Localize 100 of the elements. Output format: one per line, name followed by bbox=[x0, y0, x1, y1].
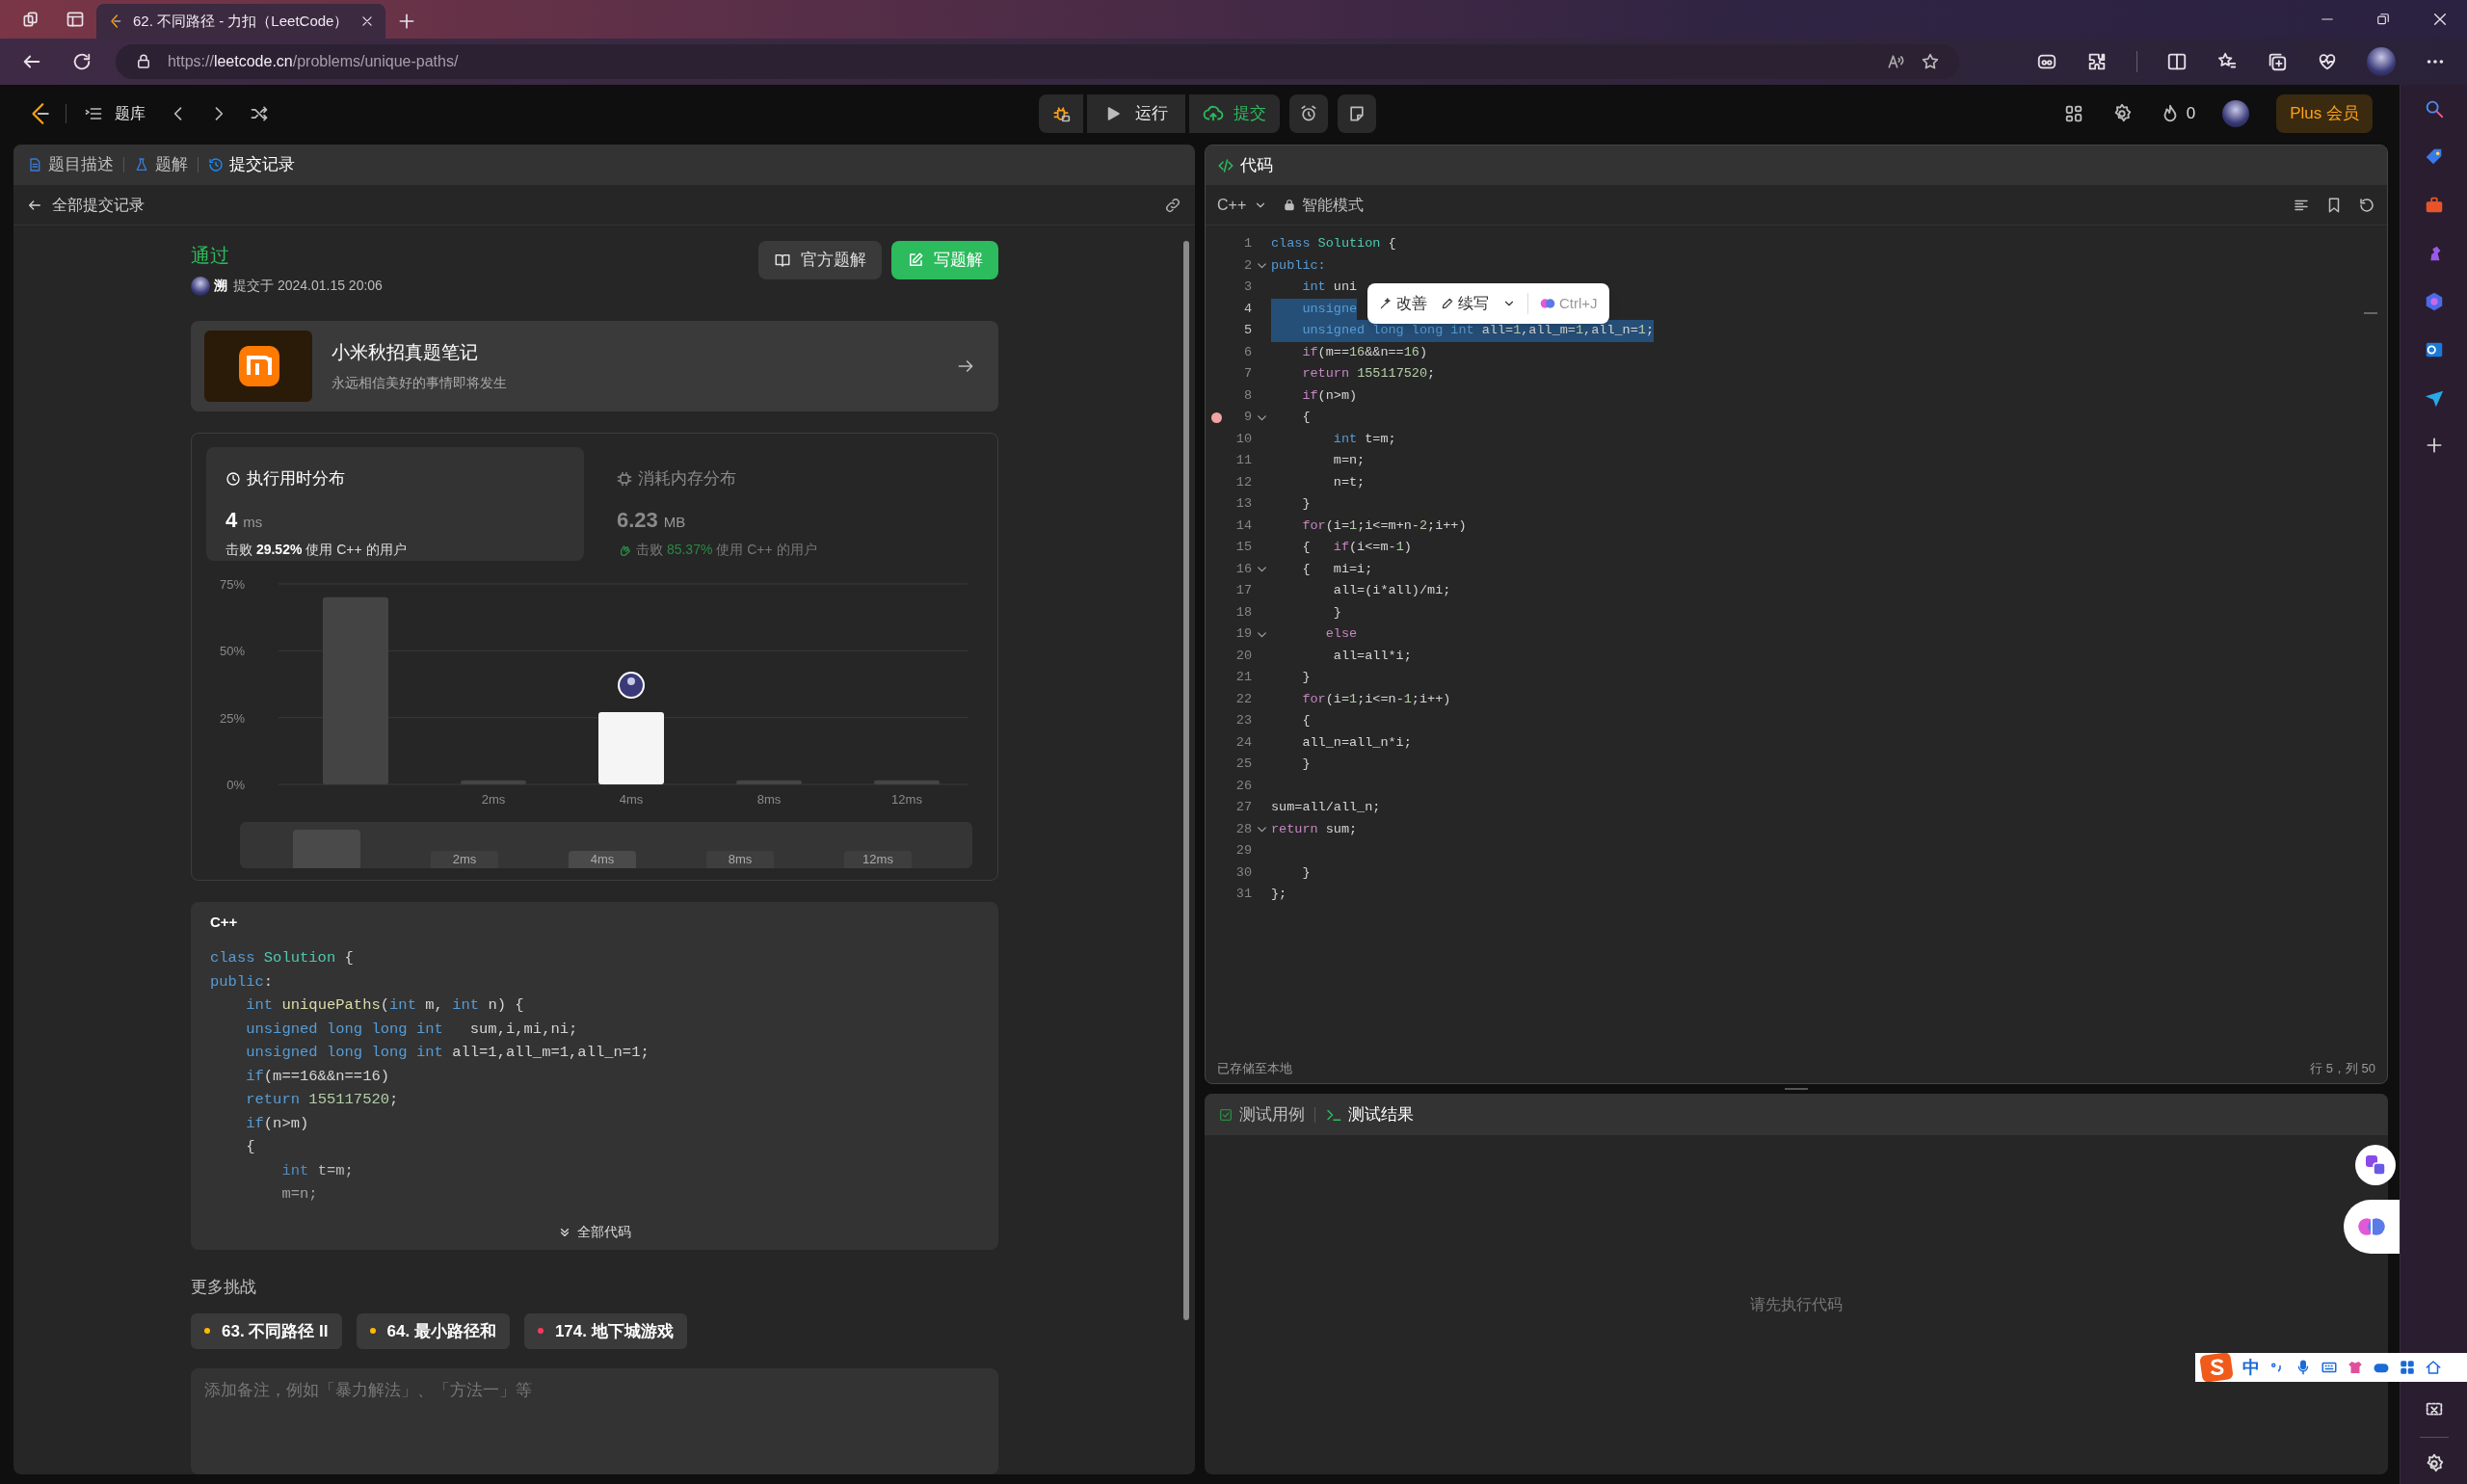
ai-assistant-button[interactable] bbox=[2344, 1200, 2400, 1254]
panel-tab[interactable]: 测试用例 bbox=[1218, 1101, 1305, 1127]
health-icon[interactable] bbox=[2317, 51, 2338, 72]
shuffle-icon[interactable] bbox=[250, 104, 269, 123]
line-number: 6 bbox=[1242, 343, 1252, 361]
language-select[interactable]: C++ bbox=[1217, 193, 1268, 217]
promo-title: 小米秋招真题笔记 bbox=[332, 341, 479, 365]
user-avatar[interactable] bbox=[2222, 100, 2250, 127]
code-line: unsigned long long int all=1,all_m=1,all_n=1; bbox=[245, 1043, 650, 1064]
alarm-button[interactable] bbox=[1289, 94, 1328, 133]
note-button[interactable] bbox=[1338, 94, 1376, 133]
submit-time: 提交于 2024.01.15 20:06 bbox=[233, 277, 383, 295]
profile-avatar[interactable] bbox=[2367, 47, 2396, 76]
debug-button[interactable] bbox=[1039, 94, 1083, 133]
range-overview[interactable]: 2ms 4ms 8ms 12ms bbox=[240, 821, 972, 868]
read-aloud-icon[interactable] bbox=[1886, 52, 1905, 71]
house-icon[interactable] bbox=[2425, 1359, 2442, 1376]
tab-actions-icon[interactable] bbox=[66, 10, 85, 29]
line-number: 19 bbox=[1234, 625, 1252, 644]
back-link[interactable]: 全部提交记录 bbox=[27, 193, 145, 217]
related-problem-chip[interactable]: 63. 不同路径 II bbox=[191, 1312, 342, 1349]
line-number: 11 bbox=[1234, 452, 1252, 470]
translate-icon bbox=[2364, 1153, 2387, 1177]
puzzle-icon[interactable] bbox=[2086, 51, 2108, 72]
code-line: else bbox=[1324, 625, 1358, 643]
code-line: n=t; bbox=[1332, 473, 1366, 491]
section-title: 更多挑战 bbox=[191, 1277, 257, 1299]
favorite-star-icon[interactable] bbox=[1921, 52, 1940, 71]
new-tab-icon[interactable] bbox=[397, 12, 416, 31]
stat-tab[interactable]: 消耗内存分布 6.23 MB 击败 85.37% 使用 C++ 的用户 bbox=[597, 446, 975, 561]
code-line: } bbox=[1301, 669, 1311, 686]
workspaces-icon[interactable] bbox=[21, 10, 40, 29]
stat-title: 消耗内存分布 bbox=[638, 467, 736, 490]
panel-tab[interactable]: 测试结果 bbox=[1325, 1101, 1414, 1127]
sparkle-wand-icon bbox=[1379, 297, 1393, 310]
collections-icon[interactable] bbox=[2267, 51, 2288, 72]
run-button[interactable]: 运行 bbox=[1087, 94, 1185, 133]
continue-button[interactable]: 续写 bbox=[1435, 292, 1495, 315]
skin-icon[interactable] bbox=[2347, 1359, 2364, 1376]
problem-list-button[interactable]: 题库 bbox=[84, 102, 146, 125]
streak-count: 0 bbox=[2186, 103, 2196, 125]
apps-icon[interactable] bbox=[2399, 1359, 2416, 1376]
code-line: all=(i*all)/mi; bbox=[1332, 582, 1451, 599]
user-name[interactable]: 溯 bbox=[214, 276, 227, 296]
restore-icon[interactable] bbox=[2376, 13, 2390, 26]
code-line: m=n; bbox=[280, 1184, 318, 1206]
line-number: 17 bbox=[1234, 582, 1252, 600]
line-number: 29 bbox=[1234, 842, 1252, 861]
related-problem-chip[interactable]: 64. 最小路径和 bbox=[356, 1312, 510, 1349]
note-field[interactable]: 添加备注，例如「暴力解法」、「方法一」等 bbox=[191, 1367, 998, 1474]
note-icon bbox=[1347, 104, 1366, 123]
pencil-icon bbox=[1441, 297, 1454, 310]
submit-button[interactable]: 提交 bbox=[1189, 94, 1280, 133]
scrollbar-thumb[interactable] bbox=[1183, 241, 1189, 1320]
axis-label: 4ms bbox=[619, 791, 644, 807]
axis-label: 25% bbox=[219, 710, 245, 726]
axis-label: 2ms bbox=[481, 791, 506, 807]
line-number: 13 bbox=[1234, 495, 1252, 514]
link-icon[interactable] bbox=[1164, 196, 1181, 214]
panel-tab[interactable]: 题解 bbox=[134, 152, 188, 177]
line-number: 28 bbox=[1234, 820, 1252, 838]
code-line: { bbox=[1301, 409, 1311, 426]
browser-tab[interactable]: 62. 不同路径 - 力扣（LeetCode） bbox=[96, 4, 385, 39]
line-number: 22 bbox=[1234, 690, 1252, 708]
overview-label: 12ms bbox=[844, 850, 912, 868]
code-line: int t=m; bbox=[1332, 430, 1396, 448]
line-number: 25 bbox=[1234, 755, 1252, 774]
code-line: return 155117520; bbox=[245, 1090, 399, 1111]
line-number: 21 bbox=[1234, 669, 1252, 687]
official-solution-button[interactable]: 官方题解 bbox=[758, 241, 882, 279]
code-line: int uni bbox=[1301, 278, 1358, 296]
user-avatar[interactable] bbox=[191, 276, 210, 296]
code-line: return 155117520; bbox=[1301, 365, 1436, 383]
related-problem-chip[interactable]: 174. 地下城游戏 bbox=[523, 1312, 687, 1349]
input-mode-toggle[interactable]: 中 bbox=[2242, 1354, 2260, 1381]
split-screen-icon[interactable] bbox=[2166, 51, 2188, 72]
expand-code-button[interactable]: 全部代码 bbox=[558, 1222, 631, 1243]
panel-tab[interactable]: 提交记录 bbox=[208, 152, 295, 177]
stat-unit: MB bbox=[663, 513, 686, 533]
code-line: if(n>m) bbox=[245, 1113, 309, 1134]
improve-button[interactable]: 改善 bbox=[1375, 292, 1431, 315]
close-icon[interactable] bbox=[2432, 12, 2448, 27]
user-avatar bbox=[618, 671, 645, 699]
reset-icon[interactable] bbox=[2358, 196, 2375, 214]
beat-text: 击败 85.37% 使用 C++ 的用户 bbox=[636, 541, 817, 560]
plus-membership-button[interactable]: Plus 会员 bbox=[2276, 94, 2373, 133]
code-line: { bbox=[245, 1137, 255, 1158]
sogou-logo-icon[interactable] bbox=[2199, 1353, 2234, 1382]
axis-label: 0% bbox=[226, 777, 245, 792]
address-bar[interactable]: https://leetcode.cn/problems/unique-paths/ bbox=[115, 44, 1959, 79]
beat-text: 击败 29.52% 使用 C++ 的用户 bbox=[225, 541, 407, 560]
code-line: }; bbox=[1271, 886, 1287, 903]
code-line: public: bbox=[210, 971, 274, 993]
stat-tab[interactable]: 执行用时分布 4 ms 击败 29.52% 使用 C++ 的用户 bbox=[206, 446, 584, 561]
close-tab-icon[interactable] bbox=[360, 14, 374, 28]
bug-lock-icon bbox=[1051, 104, 1071, 123]
line-number: 12 bbox=[1234, 473, 1252, 491]
panel-tab[interactable]: 题目描述 bbox=[27, 152, 114, 177]
promo-card[interactable]: 小米秋招真题笔记 永远相信美好的事情即将发生 bbox=[191, 321, 998, 411]
mode-label[interactable]: 智能模式 bbox=[1302, 193, 1365, 217]
